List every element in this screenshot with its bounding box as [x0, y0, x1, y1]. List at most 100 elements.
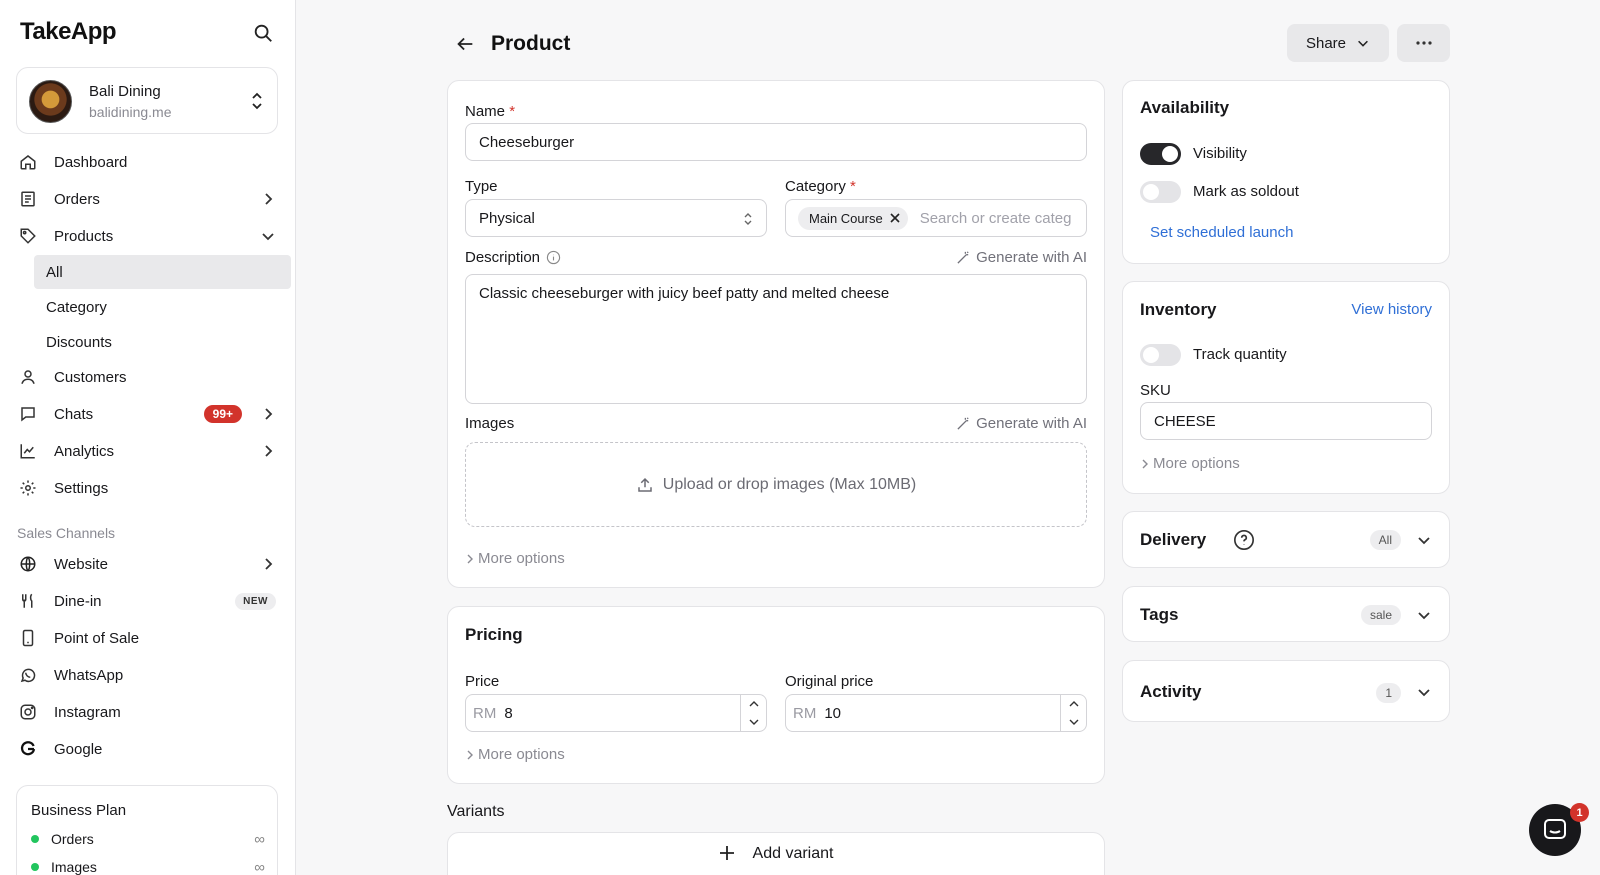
plan-row-label: Orders — [51, 831, 94, 847]
nav-instagram-label: Instagram — [54, 703, 121, 721]
nav-dinein[interactable]: Dine-in NEW — [16, 584, 280, 618]
app-logo[interactable]: TakeApp — [20, 18, 117, 46]
info-icon[interactable] — [546, 250, 561, 265]
nav-google[interactable]: Google — [16, 732, 280, 766]
nav-analytics[interactable]: Analytics — [16, 434, 280, 468]
utensils-icon — [18, 591, 38, 611]
original-price-stepper[interactable] — [1060, 695, 1086, 731]
globe-icon — [18, 554, 38, 574]
original-price-input[interactable]: RM 10 — [785, 694, 1087, 732]
share-button[interactable]: Share — [1287, 24, 1389, 62]
category-chip-label: Main Course — [809, 210, 883, 226]
track-quantity-label: Track quantity — [1193, 346, 1287, 363]
nav-products[interactable]: Products — [16, 219, 280, 253]
nav-website[interactable]: Website — [16, 547, 280, 581]
chevron-up-down-icon — [252, 92, 262, 110]
chevron-down-icon[interactable] — [1069, 718, 1079, 726]
type-select-value: Physical — [479, 209, 535, 227]
description-textarea[interactable]: Classic cheeseburger with juicy beef pat… — [465, 274, 1087, 404]
chevron-right-icon — [265, 445, 273, 457]
generate-ai-label: Generate with AI — [976, 249, 1087, 266]
more-options-label: More options — [1153, 455, 1240, 472]
generate-ai-images-button[interactable]: Generate with AI — [956, 415, 1087, 432]
inventory-title: Inventory — [1140, 300, 1217, 319]
chevron-down-icon — [262, 233, 274, 241]
nav-dashboard[interactable]: Dashboard — [16, 145, 280, 179]
nav-products-discounts[interactable]: Discounts — [34, 325, 291, 359]
chevron-up-icon[interactable] — [1069, 700, 1079, 708]
phone-icon — [18, 628, 38, 648]
tag-icon — [18, 226, 38, 246]
chat-icon — [18, 404, 38, 424]
chevron-right-icon — [265, 408, 273, 420]
nav-settings-label: Settings — [54, 479, 109, 497]
nav-chats-label: Chats — [54, 405, 94, 423]
nav-settings[interactable]: Settings — [16, 471, 280, 505]
chevron-up-down-icon — [744, 213, 752, 225]
availability-card: Availability Visibility Mark as soldout … — [1122, 80, 1450, 264]
pricing-card: Pricing Price RM 8 Original price RM 10 … — [447, 606, 1105, 784]
plan-row-value: ∞ — [254, 830, 265, 848]
chevron-down-icon — [1418, 537, 1430, 545]
generate-ai-description-button[interactable]: Generate with AI — [956, 249, 1087, 266]
delivery-pill: All — [1369, 530, 1401, 550]
name-input[interactable]: Cheeseburger — [465, 123, 1087, 161]
more-options-label: More options — [478, 746, 565, 763]
chevron-up-icon[interactable] — [749, 700, 759, 708]
activity-card[interactable]: Activity 1 — [1122, 660, 1450, 722]
status-dot — [31, 863, 39, 871]
view-history-link[interactable]: View history — [1351, 301, 1432, 318]
nav-customers[interactable]: Customers — [16, 360, 280, 394]
more-options-label: More options — [478, 550, 565, 567]
name-label-text: Name — [465, 103, 506, 120]
category-input[interactable]: Main Course Search or create categ — [785, 199, 1087, 237]
page-title: Product — [491, 32, 571, 55]
nav-whatsapp[interactable]: WhatsApp — [16, 658, 280, 692]
original-price-currency: RM — [793, 704, 817, 722]
nav-instagram[interactable]: Instagram — [16, 695, 280, 729]
upload-text: Upload or drop images (Max 10MB) — [662, 475, 917, 493]
sales-channels-heading: Sales Channels — [17, 525, 116, 541]
chevron-right-icon — [265, 558, 273, 570]
inventory-more-options-toggle[interactable]: More options — [1140, 455, 1240, 472]
track-quantity-toggle[interactable] — [1140, 344, 1181, 366]
image-upload-dropzone[interactable]: Upload or drop images (Max 10MB) — [465, 442, 1087, 527]
nav-point-of-sale[interactable]: Point of Sale — [16, 621, 280, 655]
help-icon[interactable] — [1233, 529, 1255, 551]
nav-dinein-label: Dine-in — [54, 592, 102, 610]
nav-website-label: Website — [54, 555, 108, 573]
pricing-more-options-toggle[interactable]: More options — [465, 746, 565, 763]
store-url: balidining.me — [89, 104, 172, 120]
availability-title: Availability — [1140, 98, 1230, 117]
store-switcher[interactable]: Bali Dining balidining.me — [16, 67, 278, 134]
soldout-toggle[interactable] — [1140, 181, 1181, 203]
visibility-toggle[interactable] — [1140, 143, 1181, 165]
plan-title: Business Plan — [31, 802, 127, 819]
nav-customers-label: Customers — [54, 368, 127, 386]
nav-chats[interactable]: Chats 99+ — [16, 397, 280, 431]
add-variant-button[interactable]: Add variant — [447, 832, 1105, 875]
type-select[interactable]: Physical — [465, 199, 767, 237]
nav-products-category[interactable]: Category — [34, 290, 291, 324]
chat-bubble-icon — [1544, 819, 1566, 839]
sku-input[interactable]: CHEESE — [1140, 402, 1432, 440]
nav-products-all[interactable]: All — [34, 255, 291, 289]
chevron-right-icon — [265, 193, 273, 205]
chevron-down-icon — [1418, 689, 1430, 697]
more-actions-button[interactable] — [1397, 24, 1450, 62]
search-icon[interactable] — [252, 22, 274, 44]
soldout-label: Mark as soldout — [1193, 183, 1299, 200]
tags-card[interactable]: Tags sale — [1122, 586, 1450, 642]
price-input[interactable]: RM 8 — [465, 694, 767, 732]
category-search-placeholder: Search or create categ — [919, 209, 1072, 227]
more-options-toggle[interactable]: More options — [465, 550, 565, 567]
back-arrow-icon[interactable] — [454, 33, 476, 55]
delivery-card[interactable]: Delivery All — [1122, 511, 1450, 568]
scheduled-launch-link[interactable]: Set scheduled launch — [1150, 224, 1293, 241]
price-stepper[interactable] — [740, 695, 766, 731]
close-icon[interactable] — [890, 213, 900, 223]
add-variant-label: Add variant — [752, 845, 834, 862]
chevron-down-icon[interactable] — [749, 718, 759, 726]
type-label: Type — [465, 178, 498, 195]
nav-orders[interactable]: Orders — [16, 182, 280, 216]
